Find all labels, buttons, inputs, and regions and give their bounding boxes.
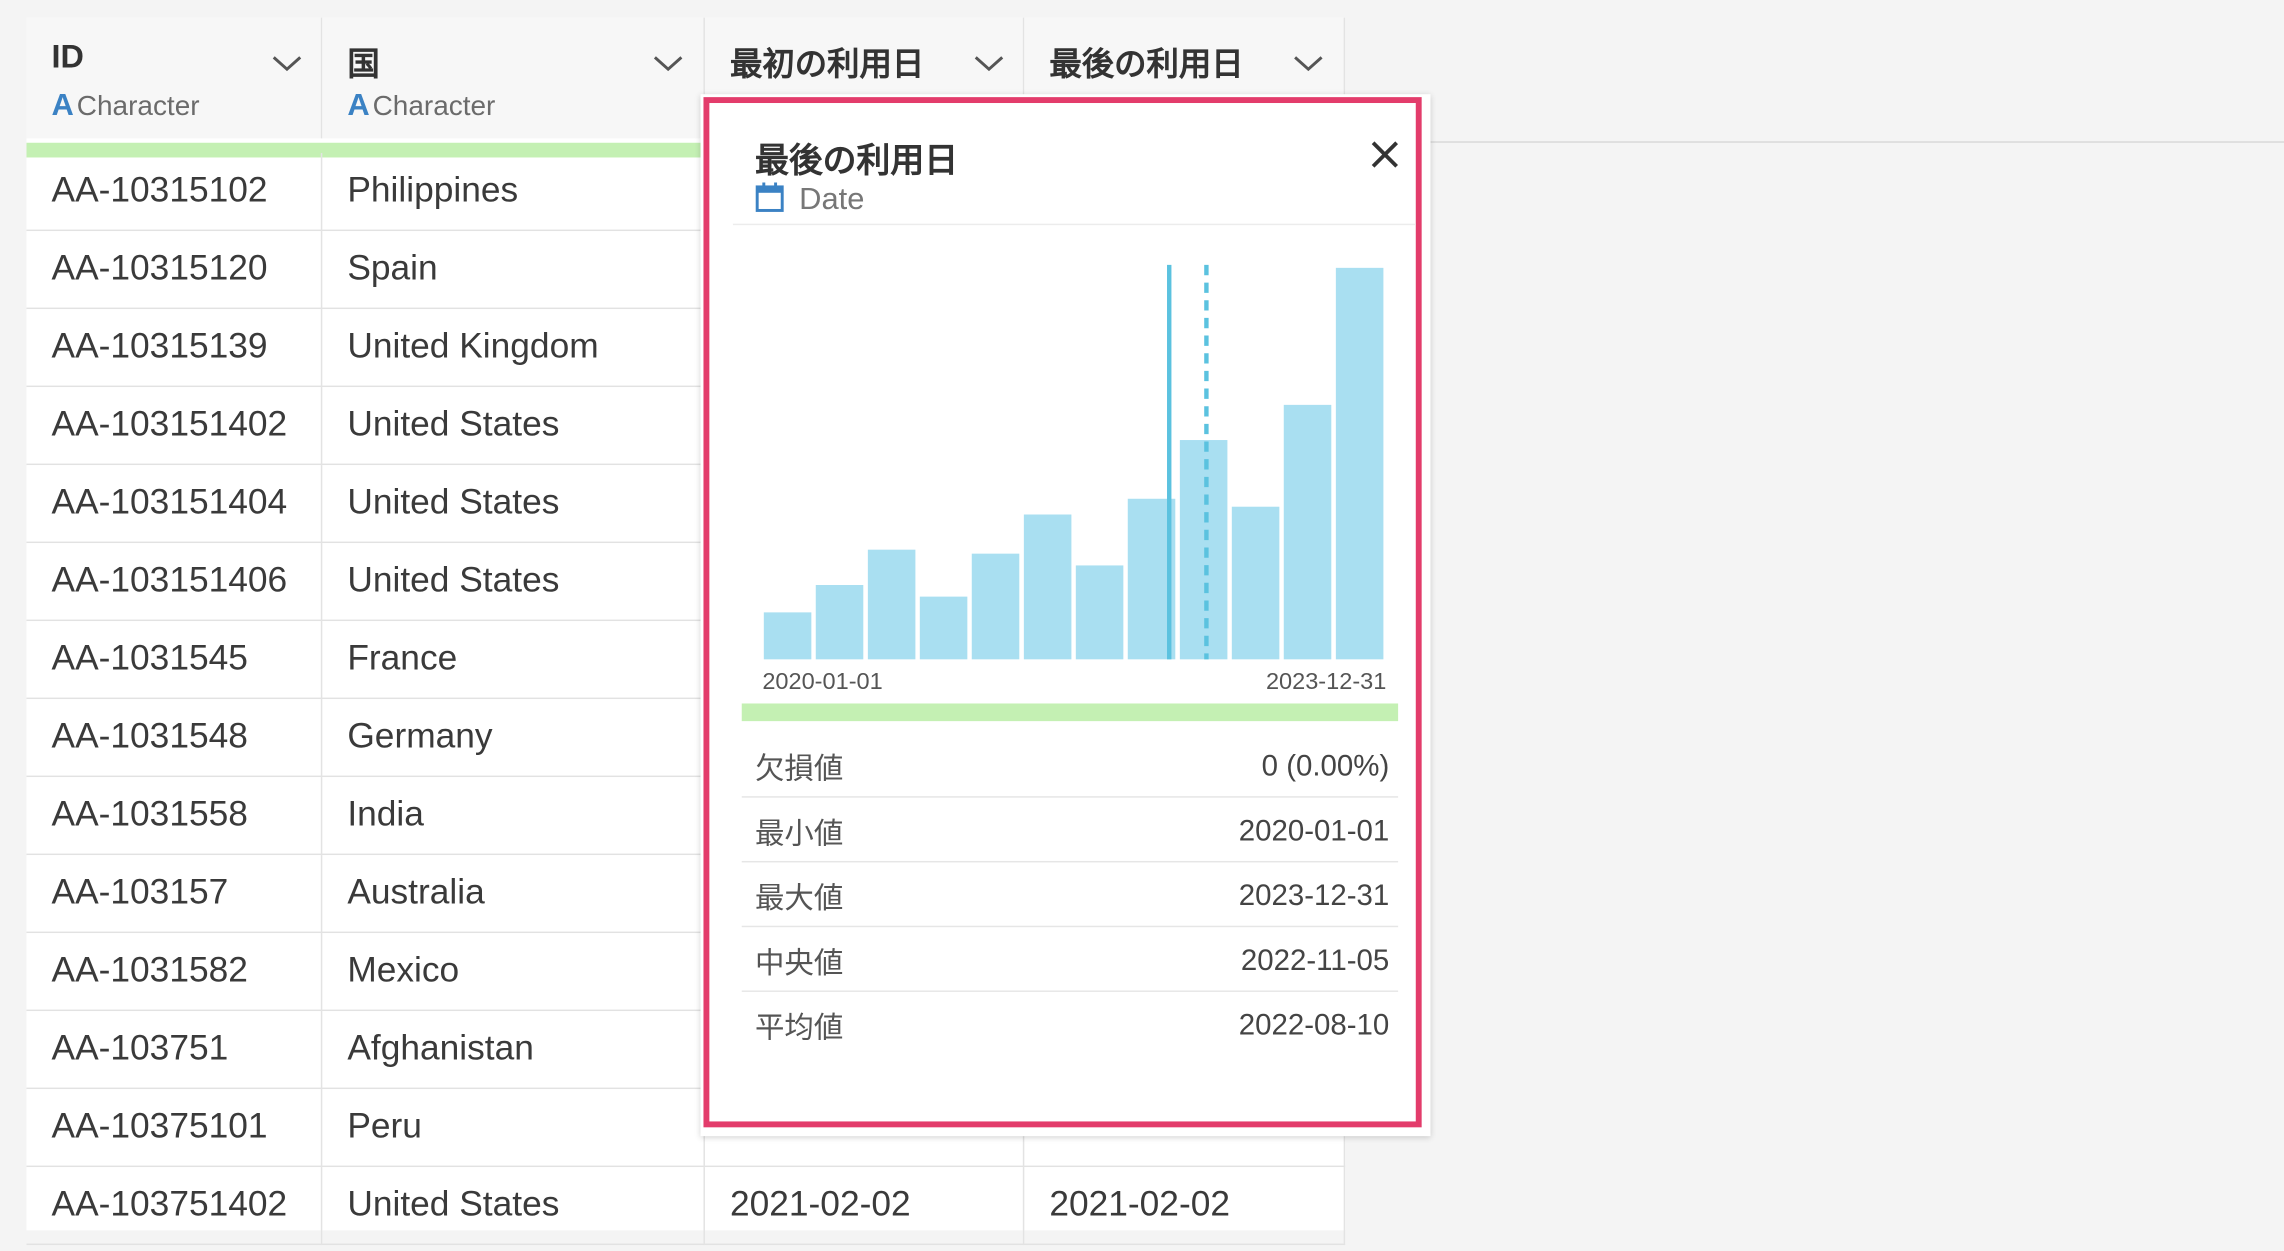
popup-divider (732, 223, 1416, 226)
histogram-bar[interactable] (971, 553, 1020, 660)
table-cell[interactable]: 2021-02-02 (705, 1167, 1025, 1246)
table-cell[interactable]: AA-1031548 (26, 699, 323, 778)
popup-title: 最後の利用日 (754, 141, 959, 180)
table-cell[interactable]: Peru (322, 1089, 705, 1168)
histogram-bar[interactable] (1283, 404, 1332, 660)
column-header-id[interactable]: ID A Character (26, 17, 323, 139)
histogram-bar[interactable] (1179, 440, 1228, 660)
histogram-bar[interactable] (1023, 514, 1072, 660)
table-cell[interactable]: AA-10315102 (26, 153, 323, 232)
histogram-bar[interactable] (1335, 267, 1384, 660)
table-cell[interactable]: Mexico (322, 933, 705, 1012)
table-cell[interactable]: United States (322, 387, 705, 466)
table-cell[interactable]: India (322, 777, 705, 856)
table-cell[interactable]: AA-10315120 (26, 231, 323, 310)
stat-label: 最大値 (754, 883, 844, 916)
stat-label: 平均値 (754, 1012, 844, 1045)
stat-value: 2022-11-05 (1240, 944, 1390, 978)
table-cell[interactable]: Afghanistan (322, 1011, 705, 1090)
histogram-bar[interactable] (815, 585, 864, 660)
stats-list: 欠損値 0 (0.00%) 最小値 2020-01-01 最大値 2023-12-31 中央… (741, 733, 1399, 1057)
table-cell[interactable]: Australia (322, 855, 705, 934)
table-cell[interactable]: AA-103151406 (26, 543, 323, 622)
histogram-chart: 2020-01-01 2023-12-31 (762, 264, 1386, 694)
character-type-icon: A (347, 88, 370, 123)
column-title: 国 (347, 45, 380, 83)
table-cell[interactable]: AA-103157 (26, 855, 323, 934)
table-cell[interactable]: United States (322, 465, 705, 544)
calendar-icon (755, 182, 784, 212)
popup-type: Date (755, 181, 864, 218)
table-cell[interactable]: AA-103751 (26, 1011, 323, 1090)
character-type-icon: A (51, 88, 74, 123)
histogram-bar[interactable] (1231, 506, 1280, 660)
table-cell[interactable]: France (322, 621, 705, 700)
quality-bar (741, 703, 1399, 722)
stat-value: 2020-01-01 (1238, 815, 1390, 848)
popup-type-label: Date (799, 182, 865, 217)
stat-value: 0 (0.00%) (1261, 750, 1390, 783)
column-type: A Character (347, 88, 496, 123)
x-axis-start-label: 2020-01-01 (762, 668, 882, 694)
stat-row: 最大値 2023-12-31 (741, 862, 1399, 928)
table-cell[interactable]: AA-1031582 (26, 933, 323, 1012)
table-cell[interactable]: United States (322, 1167, 705, 1246)
column-title: 最後の利用日 (1049, 45, 1244, 83)
table-cell[interactable]: Spain (322, 231, 705, 310)
table-cell[interactable]: United Kingdom (322, 309, 705, 388)
stat-row: 欠損値 0 (0.00%) (741, 733, 1399, 798)
chevron-down-icon[interactable] (1292, 53, 1324, 74)
column-summary-popup: 最後の利用日 Date 2020-01-01 2023-12-31 欠損値 0 (… (703, 97, 1422, 1128)
table-cell[interactable]: AA-10375101 (26, 1089, 323, 1168)
stat-row: 最小値 2020-01-01 (741, 798, 1399, 863)
stat-row: 中央値 2022-11-05 (741, 927, 1399, 992)
stat-value: 2023-12-31 (1238, 880, 1390, 913)
column-title: ID (51, 38, 84, 76)
table-cell[interactable]: AA-1031545 (26, 621, 323, 700)
table-cell[interactable]: AA-1031558 (26, 777, 323, 856)
chevron-down-icon[interactable] (652, 53, 684, 74)
divider-line (1427, 141, 2284, 143)
histogram-bar[interactable] (867, 549, 916, 660)
stat-label: 欠損値 (754, 753, 844, 786)
table-cell[interactable]: 2021-02-02 (1024, 1167, 1346, 1246)
close-icon[interactable] (1366, 135, 1404, 173)
empty-area (1345, 17, 2284, 1231)
table-cell[interactable]: Germany (322, 699, 705, 778)
table-row[interactable]: AA-103751402 United States 2021-02-02 2021-… (26, 1167, 1346, 1246)
chevron-down-icon[interactable] (271, 53, 303, 74)
histogram-bar[interactable] (1075, 565, 1124, 660)
column-type: A Character (51, 88, 200, 123)
table-cell[interactable]: AA-103751402 (26, 1167, 323, 1246)
histogram-bar[interactable] (763, 612, 812, 660)
table-cell[interactable]: AA-10315139 (26, 309, 323, 388)
stat-value: 2022-08-10 (1238, 1009, 1390, 1042)
table-cell[interactable]: United States (322, 543, 705, 622)
table-cell[interactable]: AA-103151402 (26, 387, 323, 466)
app-stage: ID A Character 国 A Character 最初の利用日 最後の利用日… (0, 0, 2284, 1251)
table-cell[interactable]: Philippines (322, 153, 705, 232)
column-header-country[interactable]: 国 A Character (322, 17, 705, 139)
table-cell[interactable]: AA-103151404 (26, 465, 323, 544)
column-title: 最初の利用日 (729, 45, 925, 83)
histogram-bar[interactable] (919, 596, 968, 660)
stat-row: 平均値 2022-08-10 (742, 992, 1398, 1057)
x-axis-end-label: 2023-12-31 (1266, 668, 1386, 694)
stat-label: 最小値 (754, 818, 844, 851)
chevron-down-icon[interactable] (973, 53, 1005, 74)
stat-label: 中央値 (754, 947, 844, 981)
